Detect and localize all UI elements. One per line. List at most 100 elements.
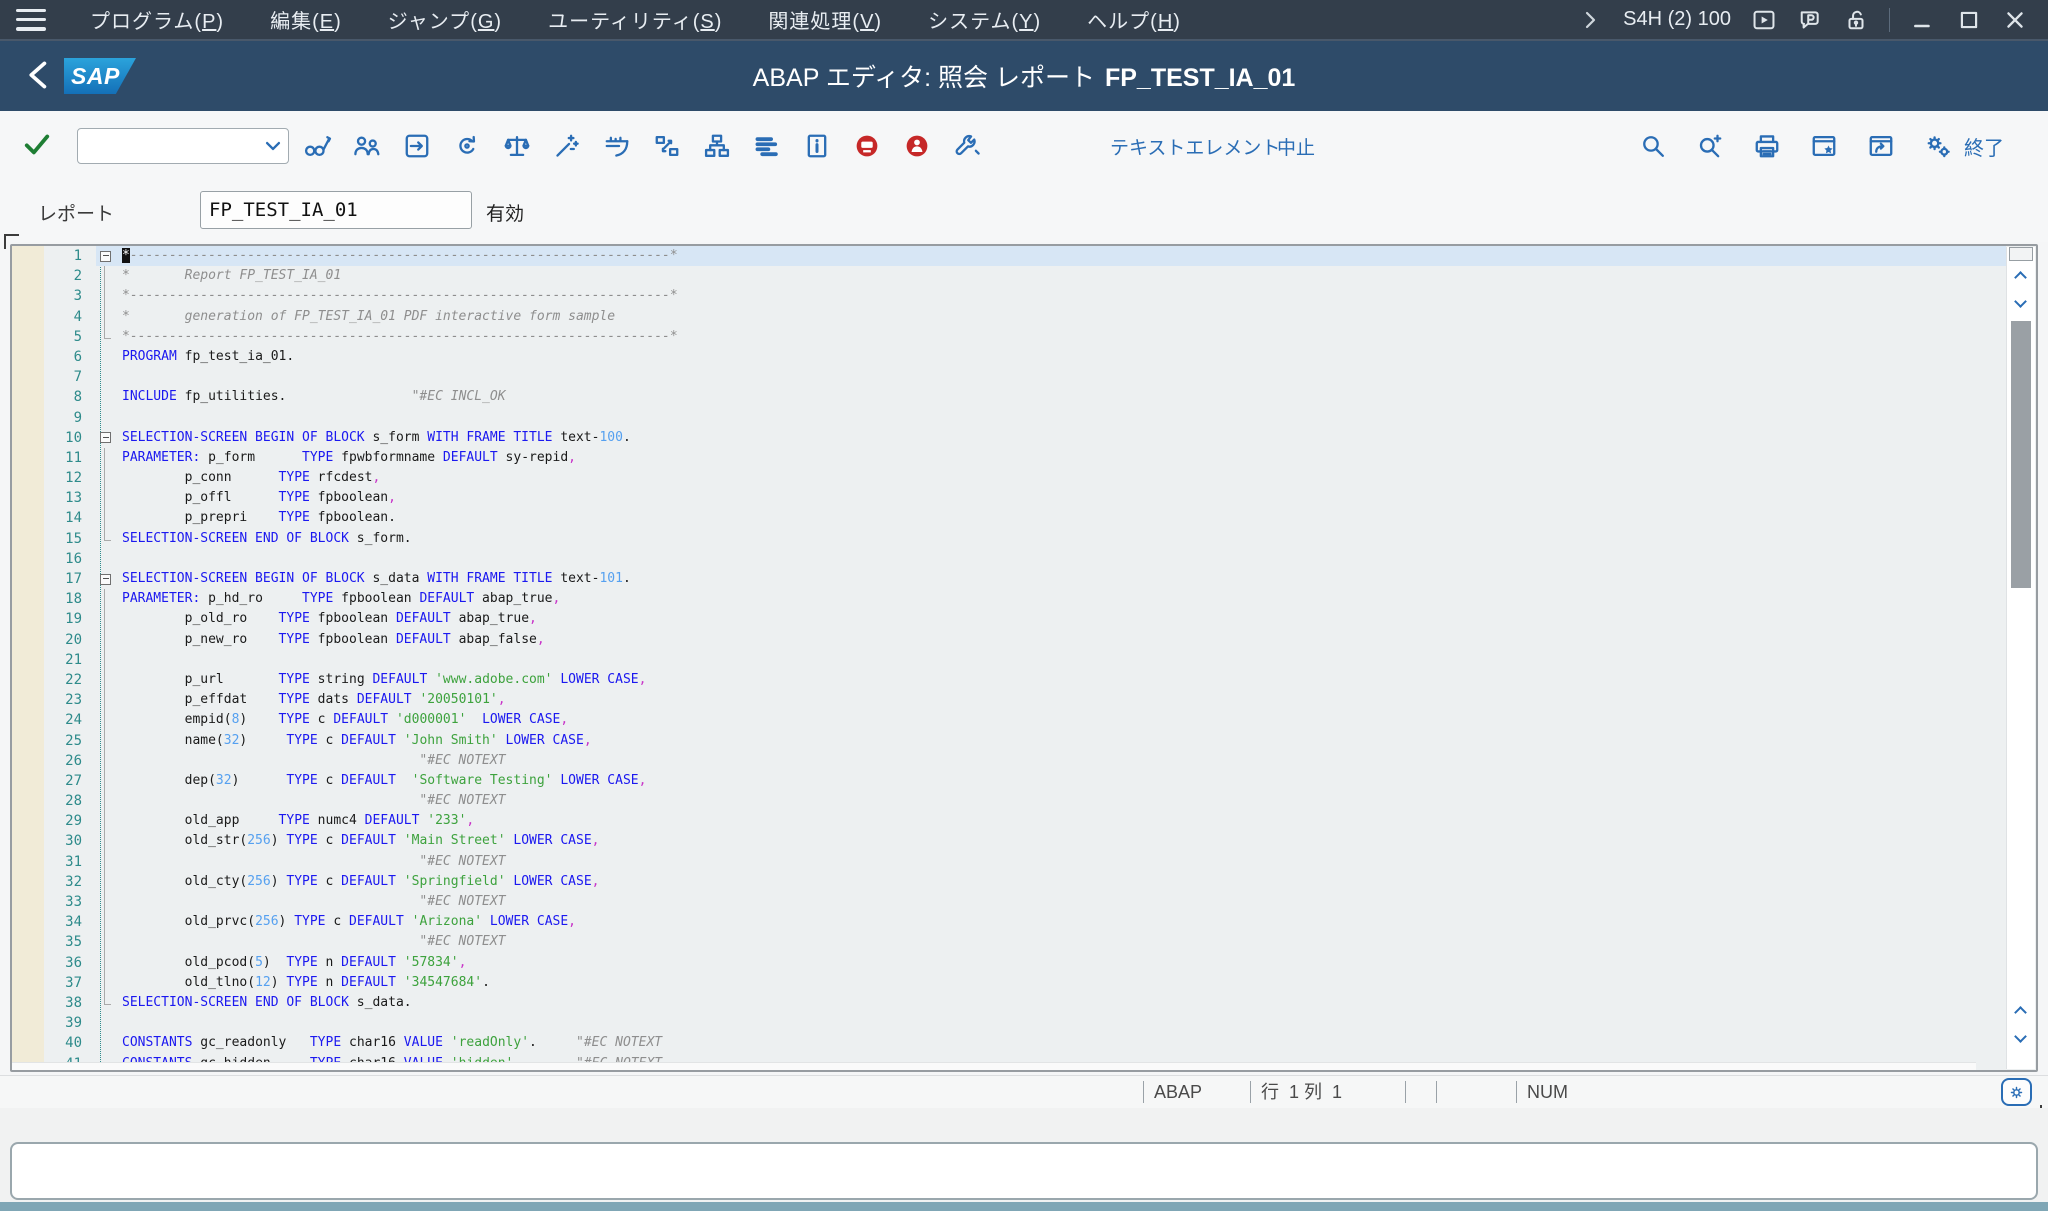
bottom-strip [0,1202,2048,1211]
link-boxes-icon[interactable] [650,127,684,165]
application-toolbar: テキストエレメント 中止 終了 [0,111,2048,181]
menu-item-V[interactable]: 関連処理(V) [768,5,882,34]
unlock-icon[interactable] [1841,5,1871,35]
code-line-29: 29 old_app TYPE numc4 DEFAULT '233', [12,811,2006,831]
fold-column [96,771,122,791]
fold-column [96,609,122,629]
scrollbar-thumb[interactable] [2011,321,2031,588]
org-chart-icon[interactable] [700,127,734,165]
box-arrow-icon[interactable] [400,127,434,165]
fold-toggle-icon[interactable] [96,569,122,589]
gears-icon[interactable] [1921,127,1955,165]
search-icon[interactable] [1636,127,1670,165]
menu-item-Y[interactable]: システム(Y) [928,5,1041,34]
code-line-23: 23 p_effdat TYPE dats DEFAULT '20050101'… [12,690,2006,710]
stacked-bars-icon[interactable] [750,127,784,165]
enter-check-icon[interactable] [22,129,52,164]
code-line-3: 3*--------------------------------------… [12,286,2006,306]
text-elements-button[interactable]: テキストエレメント [1110,111,1280,181]
fold-column [96,408,122,428]
stop-icon[interactable] [850,127,884,165]
code-text: p_url TYPE string DEFAULT 'www.adobe.com… [122,670,2006,690]
fold-column [96,529,122,549]
code-text: PARAMETER: p_form TYPE fpwbformname DEFA… [122,448,2006,468]
maximize-icon[interactable] [1954,5,1984,35]
menubar-right: S4H (2) 100 [1575,5,2048,35]
chevron-down-icon[interactable] [260,133,286,164]
two-users-icon[interactable] [350,127,384,165]
code-line-40: 40CONSTANTS gc_readonly TYPE char16 VALU… [12,1033,2006,1053]
line-number: 8 [12,387,96,407]
scroll-down-bottom-icon[interactable] [2015,1030,2026,1041]
line-number: 33 [12,892,96,912]
line-number: 11 [12,448,96,468]
exit-button[interactable]: 終了 [1964,111,2004,181]
code-line-1: 1*--------------------------------------… [12,246,2006,266]
fold-column [96,589,122,609]
window-star-icon[interactable] [1807,127,1841,165]
line-number: 40 [12,1033,96,1053]
scripting-icon[interactable] [1795,5,1825,35]
info-icon[interactable] [800,127,834,165]
scroll-down-icon[interactable] [2015,295,2026,306]
fold-column [96,710,122,730]
line-number: 3 [12,286,96,306]
status-message-input[interactable] [10,1142,2038,1200]
chevron-right-icon[interactable] [1575,5,1605,35]
fold-toggle-icon[interactable] [96,246,122,266]
code-text: p_effdat TYPE dats DEFAULT '20050101', [122,690,2006,710]
menu-item-E[interactable]: 編集(E) [270,5,342,34]
abort-button[interactable]: 中止 [1277,111,1315,181]
code-text [122,650,2006,670]
line-number: 38 [12,993,96,1013]
line-number: 37 [12,973,96,993]
fold-toggle-icon[interactable] [96,428,122,448]
menu-item-G[interactable]: ジャンプ(G) [388,5,502,34]
scroll-up-icon[interactable] [2015,271,2026,282]
code-line-16: 16 [12,549,2006,569]
code-line-24: 24 empid(8) TYPE c DEFAULT 'd000001' LOW… [12,710,2006,730]
alert-person-icon[interactable] [900,127,934,165]
menu-item-H[interactable]: ヘルプ(H) [1087,5,1181,34]
line-number: 34 [12,912,96,932]
fold-column [96,872,122,892]
hamburger-menu-icon[interactable] [16,9,46,31]
code-line-10: 10SELECTION-SCREEN BEGIN OF BLOCK s_form… [12,428,2006,448]
session-overview-icon[interactable] [1749,5,1779,35]
back-icon[interactable] [22,58,56,97]
line-number: 10 [12,428,96,448]
abap-code-editor[interactable]: 1*--------------------------------------… [10,244,2038,1072]
menu-item-P[interactable]: プログラム(P) [90,5,224,34]
vertical-scrollbar[interactable] [2006,247,2035,1069]
close-icon[interactable] [2000,5,2030,35]
fold-column [96,831,122,851]
scales-icon[interactable] [500,127,534,165]
minimize-icon[interactable] [1908,5,1938,35]
command-input[interactable] [82,131,256,161]
wrench-icon[interactable] [950,127,984,165]
code-line-20: 20 p_new_ro TYPE fpboolean DEFAULT abap_… [12,630,2006,650]
line-number: 24 [12,710,96,730]
divider [1889,8,1890,32]
spiral-icon[interactable] [450,127,484,165]
fold-column [96,751,122,771]
splitter-handle[interactable] [2009,247,2033,261]
scroll-up-bottom-icon[interactable] [2015,1006,2026,1017]
report-name-input[interactable] [200,191,472,229]
wand-icon[interactable] [550,127,584,165]
code-line-28: 28 "#EC NOTEXT [12,791,2006,811]
code-text: "#EC NOTEXT [122,751,2006,771]
code-area[interactable]: 1*--------------------------------------… [12,246,2006,1070]
menu-item-S[interactable]: ユーティリティ(S) [548,5,722,34]
horizontal-scrollbar[interactable] [12,1062,1976,1070]
window-arrow-icon[interactable] [1864,127,1898,165]
search-plus-icon[interactable] [1693,127,1727,165]
fold-column [96,448,122,468]
fold-column [96,347,122,367]
caliper-icon[interactable] [600,127,634,165]
glasses-pencil-icon[interactable] [300,127,334,165]
status-gear-icon[interactable] [2001,1078,2032,1106]
code-text: p_conn TYPE rfcdest, [122,468,2006,488]
printer-icon[interactable] [1750,127,1784,165]
line-number: 27 [12,771,96,791]
